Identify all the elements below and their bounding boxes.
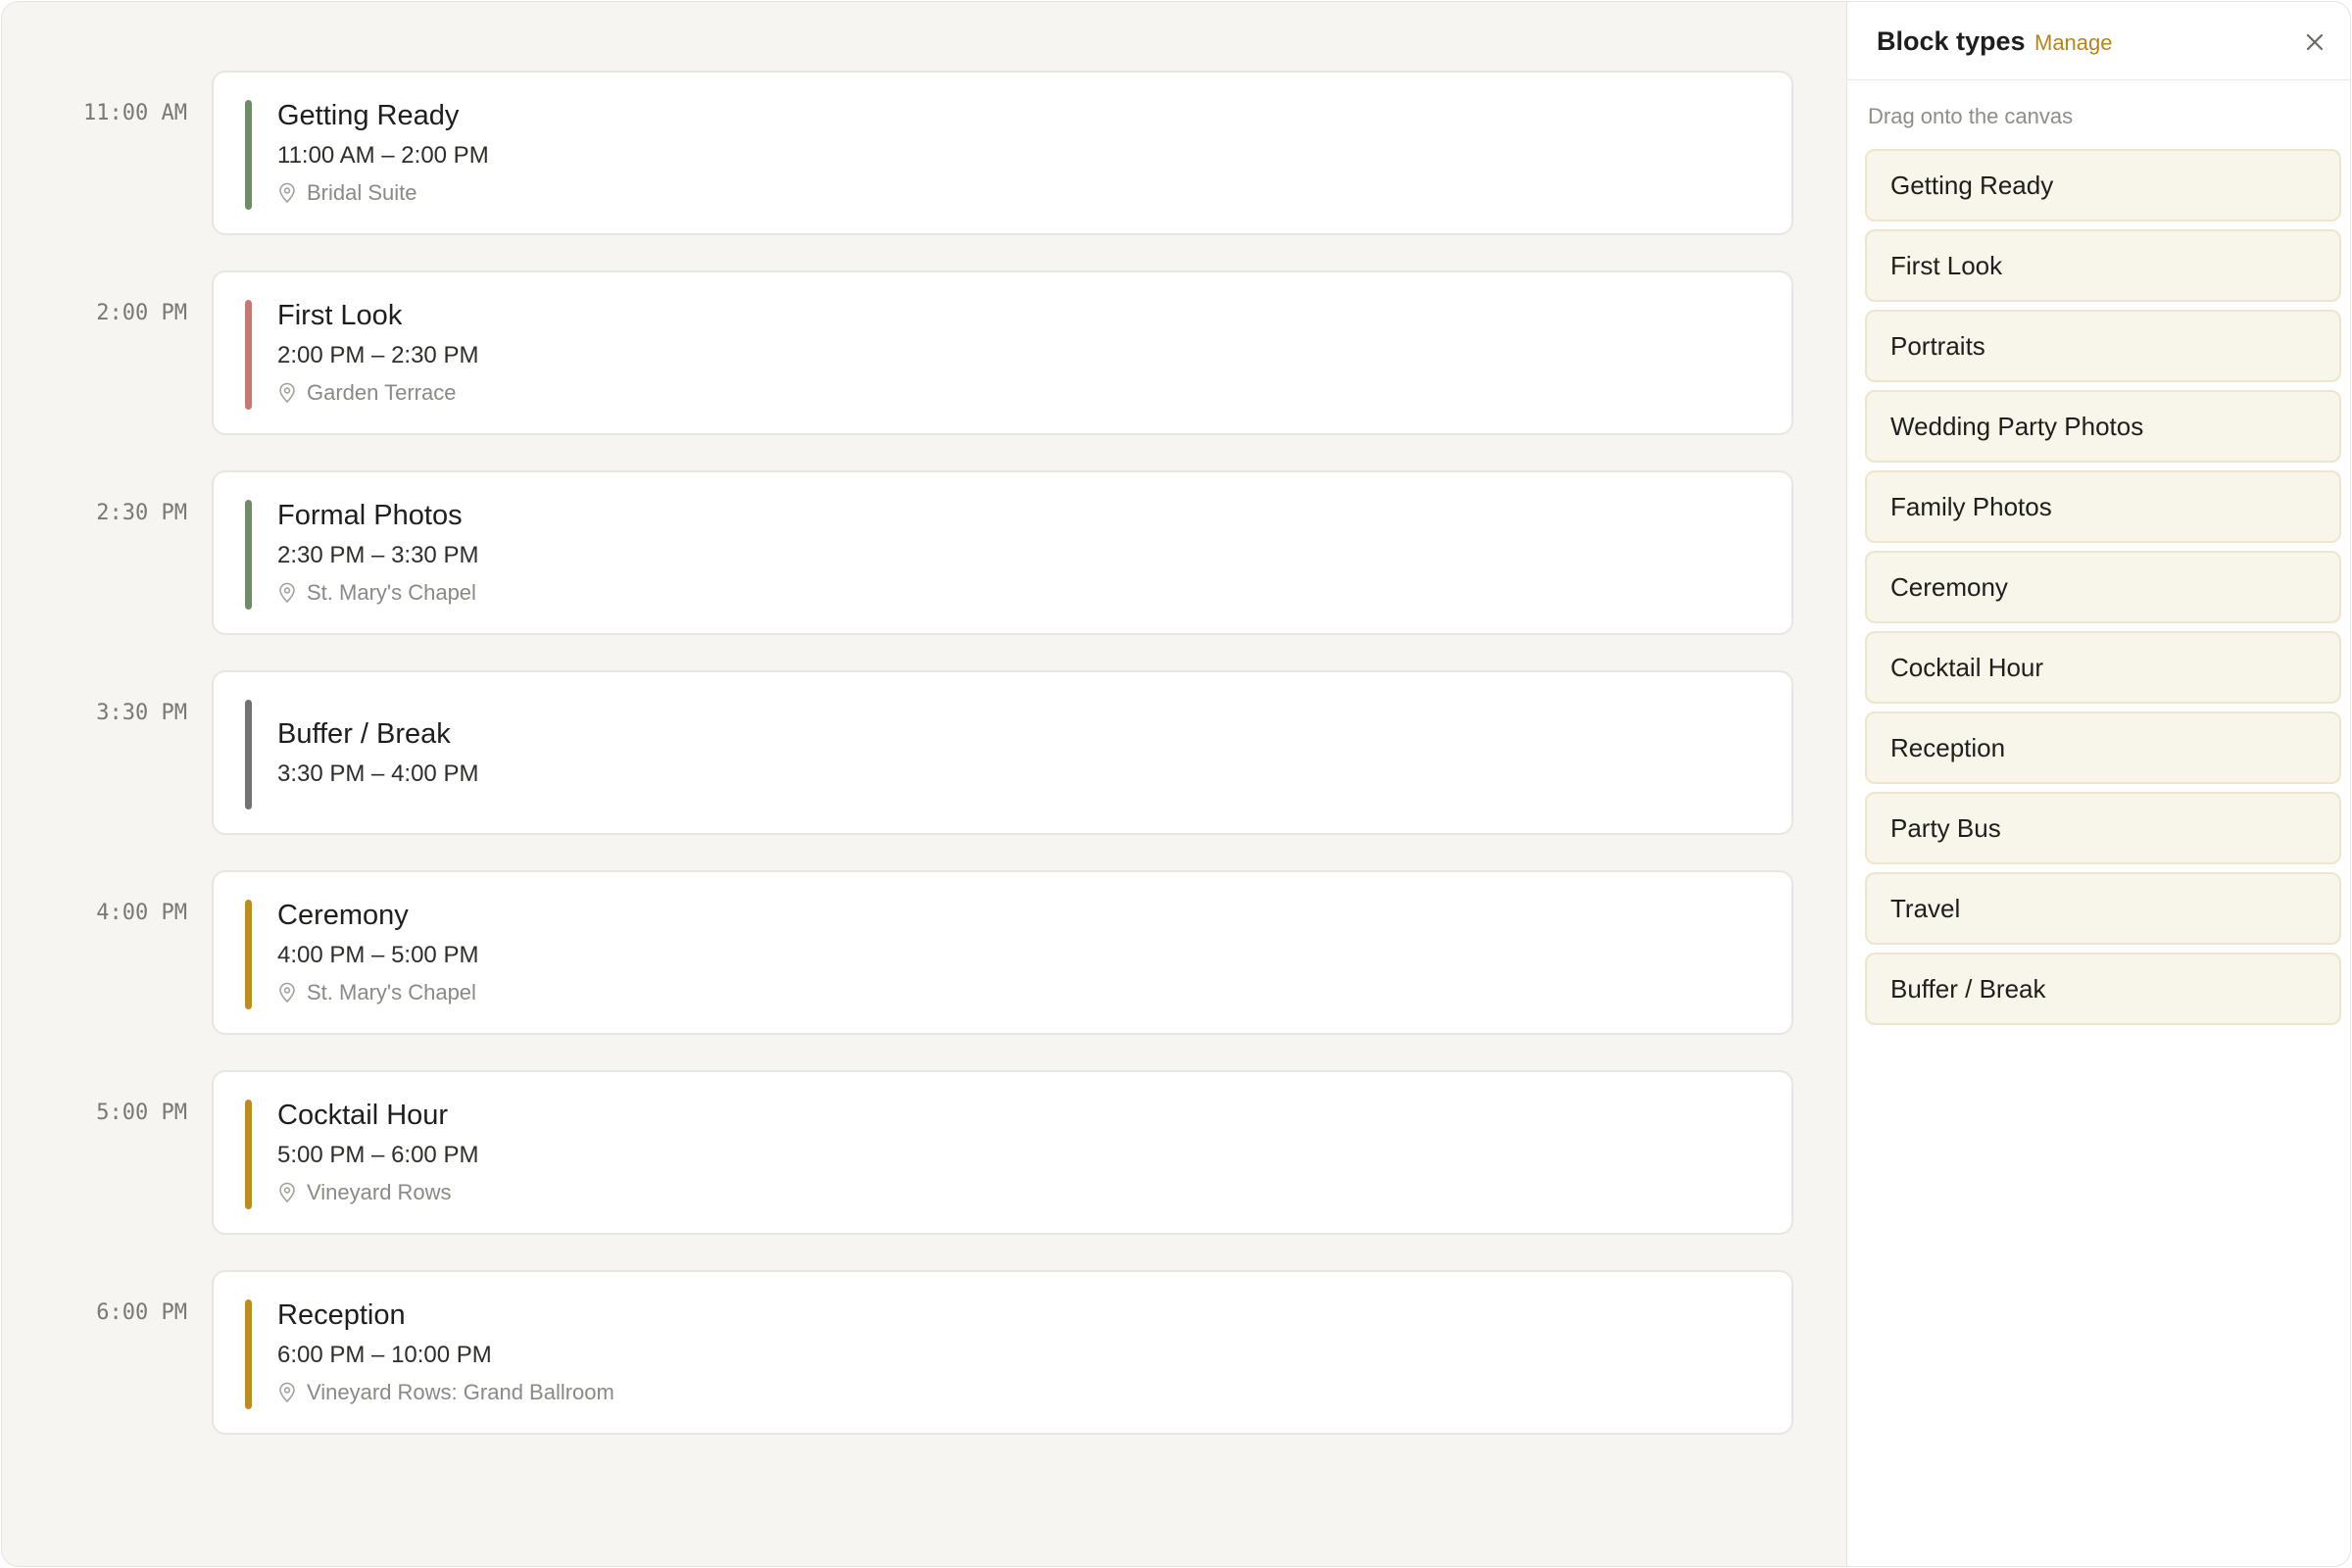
block-location-text: Bridal Suite [307, 180, 417, 205]
time-label: 11:00 AM [83, 101, 187, 125]
block-location-text: St. Mary's Chapel [307, 580, 476, 605]
palette-item-cocktail-hour[interactable]: Cocktail Hour [1865, 631, 2341, 704]
block-time-range: 4:00 PM – 5:00 PM [277, 942, 479, 968]
app-window: 11:00 AM Getting Ready 11:00 AM – 2:00 P… [1, 1, 2351, 1567]
panel-title: Block types [1877, 26, 2026, 56]
block-color-bar [245, 1100, 252, 1209]
time-label: 5:00 PM [96, 1101, 187, 1125]
block-title: First Look [277, 300, 403, 331]
block-location: St. Mary's Chapel [277, 580, 476, 606]
map-pin-icon [279, 382, 295, 404]
map-pin-icon [279, 182, 295, 204]
block-title: Reception [277, 1299, 406, 1331]
block-location: Bridal Suite [277, 180, 417, 206]
block-title: Cocktail Hour [277, 1100, 449, 1131]
time-label: 2:30 PM [96, 501, 187, 525]
time-label: 3:30 PM [96, 701, 187, 725]
panel-header: Block types Manage [1847, 2, 2350, 80]
block-color-bar [245, 100, 252, 210]
palette-item-family-photos[interactable]: Family Photos [1865, 470, 2341, 543]
palette-item-travel[interactable]: Travel [1865, 872, 2341, 945]
block-title: Buffer / Break [277, 718, 451, 750]
block-location-text: Garden Terrace [307, 380, 457, 405]
block-location-text: St. Mary's Chapel [307, 980, 476, 1004]
timeline-block-ceremony[interactable]: Ceremony 4:00 PM – 5:00 PM St. Mary's Ch… [212, 870, 1793, 1035]
block-title: Formal Photos [277, 500, 463, 531]
block-types-panel: Block types Manage Drag onto the canvas … [1846, 2, 2350, 1566]
time-label: 4:00 PM [96, 901, 187, 925]
timeline-block-formal-photos[interactable]: Formal Photos 2:30 PM – 3:30 PM St. Mary… [212, 470, 1793, 635]
timeline-block-first-look[interactable]: First Look 2:00 PM – 2:30 PM Garden Terr… [212, 270, 1793, 435]
timeline-block-buffer-break[interactable]: Buffer / Break 3:30 PM – 4:00 PM [212, 670, 1793, 835]
block-time-range: 2:30 PM – 3:30 PM [277, 542, 479, 568]
block-time-range: 2:00 PM – 2:30 PM [277, 342, 479, 368]
palette-item-wedding-party-photos[interactable]: Wedding Party Photos [1865, 390, 2341, 463]
palette-item-buffer-break[interactable]: Buffer / Break [1865, 953, 2341, 1025]
close-button[interactable] [2300, 27, 2329, 57]
palette-item-portraits[interactable]: Portraits [1865, 310, 2341, 382]
block-title: Ceremony [277, 900, 409, 931]
palette-item-ceremony[interactable]: Ceremony [1865, 551, 2341, 623]
block-color-bar [245, 300, 252, 410]
block-color-bar [245, 900, 252, 1009]
timeline-block-reception[interactable]: Reception 6:00 PM – 10:00 PM Vineyard Ro… [212, 1270, 1793, 1435]
close-icon [2306, 33, 2324, 51]
block-color-bar [245, 500, 252, 610]
map-pin-icon [279, 582, 295, 604]
time-label: 2:00 PM [96, 301, 187, 325]
timeline-canvas[interactable]: 11:00 AM Getting Ready 11:00 AM – 2:00 P… [2, 2, 1846, 1566]
block-color-bar [245, 1299, 252, 1409]
block-location: Vineyard Rows: Grand Ballroom [277, 1380, 614, 1405]
palette-item-getting-ready[interactable]: Getting Ready [1865, 149, 2341, 221]
palette-item-first-look[interactable]: First Look [1865, 229, 2341, 302]
block-location: Garden Terrace [277, 380, 456, 406]
block-time-range: 6:00 PM – 10:00 PM [277, 1342, 492, 1368]
manage-link[interactable]: Manage [2034, 30, 2113, 56]
map-pin-icon [279, 1182, 295, 1203]
block-title: Getting Ready [277, 100, 460, 131]
block-time-range: 5:00 PM – 6:00 PM [277, 1142, 479, 1168]
block-location-text: Vineyard Rows: Grand Ballroom [307, 1380, 614, 1404]
block-location: Vineyard Rows [277, 1180, 452, 1205]
map-pin-icon [279, 982, 295, 1004]
timeline-block-cocktail-hour[interactable]: Cocktail Hour 5:00 PM – 6:00 PM Vineyard… [212, 1070, 1793, 1235]
timeline-block-getting-ready[interactable]: Getting Ready 11:00 AM – 2:00 PM Bridal … [212, 71, 1793, 235]
panel-hint: Drag onto the canvas [1868, 104, 2074, 128]
block-location: St. Mary's Chapel [277, 980, 476, 1005]
block-time-range: 11:00 AM – 2:00 PM [277, 142, 489, 169]
block-type-palette: Getting Ready First Look Portraits Weddi… [1865, 149, 2341, 1033]
block-color-bar [245, 700, 252, 809]
map-pin-icon [279, 1382, 295, 1403]
time-label: 6:00 PM [96, 1300, 187, 1325]
block-location-text: Vineyard Rows [307, 1180, 452, 1204]
palette-item-party-bus[interactable]: Party Bus [1865, 792, 2341, 864]
palette-item-reception[interactable]: Reception [1865, 711, 2341, 784]
block-time-range: 3:30 PM – 4:00 PM [277, 760, 479, 787]
